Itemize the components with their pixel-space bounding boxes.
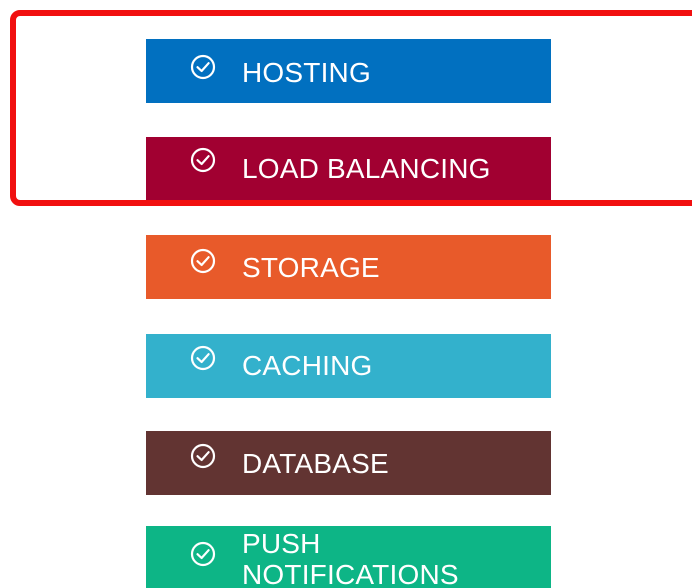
service-label: PUSH NOTIFICATIONS [242, 528, 459, 588]
service-bar-database: DATABASE [146, 431, 551, 495]
check-circle-icon [190, 248, 216, 274]
highlight-box [10, 10, 692, 206]
service-bar-caching: CACHING [146, 334, 551, 398]
check-circle-icon [190, 345, 216, 371]
service-label: STORAGE [242, 252, 380, 283]
check-circle-icon [190, 541, 216, 567]
service-bar-storage: STORAGE [146, 235, 551, 299]
service-label: DATABASE [242, 448, 389, 479]
service-bar-push-notifications: PUSH NOTIFICATIONS [146, 526, 551, 588]
check-circle-icon [190, 443, 216, 469]
service-list: HOSTING LOAD BALANCING STORAGE CACHING D… [0, 0, 692, 588]
service-label: CACHING [242, 350, 373, 381]
